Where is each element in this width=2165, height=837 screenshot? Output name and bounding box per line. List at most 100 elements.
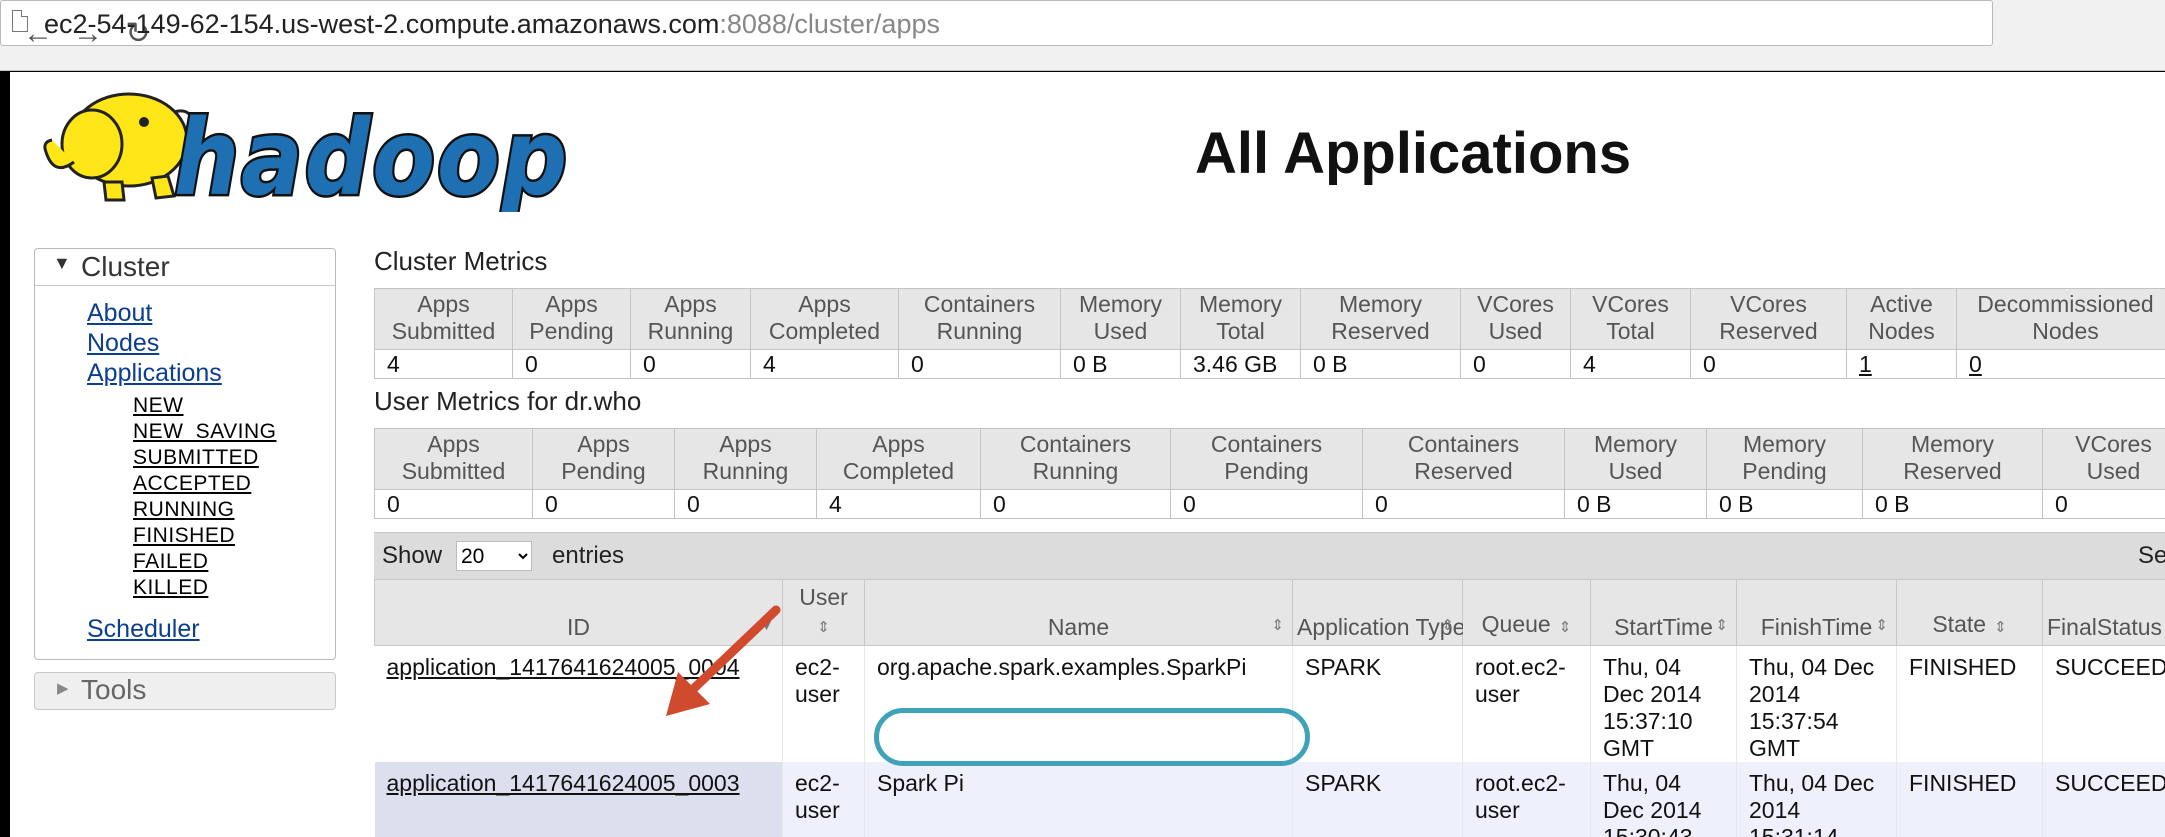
user-cell: ec2-user (782, 645, 865, 762)
page-title: All Applications (1195, 121, 1632, 186)
user-metric-value-7: 0 B (1564, 489, 1707, 519)
column-application-type[interactable]: Application Type ⇕ (1292, 579, 1465, 646)
cluster-metric-value-3: 4 (750, 349, 899, 379)
starttime-cell: Thu, 04 Dec 2014 15:37:10 GMT (1590, 645, 1737, 762)
user-metric-value-3: 4 (816, 489, 981, 519)
sidebar-state-running[interactable]: RUNNING (133, 498, 235, 522)
user-metric-header-10: VCores Used (2042, 428, 2165, 490)
search-label: Search: (2138, 542, 2165, 569)
cluster-metrics-header-row: Apps Submitted Apps Pending Apps Running Apps C… (374, 288, 2165, 350)
cluster-metric-header-12: Decommissioned Nodes (1956, 288, 2165, 350)
sidebar-state-submitted[interactable]: SUBMITTED (133, 446, 259, 470)
sidebar-state-new[interactable]: NEW (133, 394, 184, 418)
user-metric-header-0: Apps Submitted (374, 428, 533, 490)
starttime-cell: Thu, 04 Dec 2014 15:30:43 GMT (1590, 762, 1737, 837)
state-cell: FINISHED (1896, 762, 2043, 837)
cluster-metric-header-3: Apps Completed (750, 288, 899, 350)
user-metric-header-5: Containers Pending (1170, 428, 1363, 490)
cluster-metric-header-4: Containers Running (898, 288, 1061, 350)
cluster-metric-value-link[interactable]: 0 (1969, 351, 1982, 377)
column-starttime[interactable]: StartTime ⇕ (1590, 579, 1737, 646)
user-metric-header-3: Apps Completed (816, 428, 981, 490)
application-id-link[interactable]: application_1417641624005_0003 (387, 770, 740, 796)
column-queue[interactable]: Queue ⇕ (1462, 579, 1591, 646)
sidebar-state-finished[interactable]: FINISHED (133, 524, 235, 548)
user-metric-value-9: 0 B (1862, 489, 2043, 519)
type-cell: SPARK (1292, 645, 1463, 762)
table-row: application_1417641624005_0003 ec2-user … (374, 762, 2165, 837)
cluster-metric-value-link[interactable]: 1 (1859, 351, 1872, 377)
sidebar-link-scheduler[interactable]: Scheduler (87, 615, 200, 644)
sidebar-link-nodes[interactable]: Nodes (87, 329, 159, 358)
user-metrics-title: User Metrics for dr.who (374, 386, 642, 416)
queue-cell: root.ec2-user (1462, 645, 1591, 762)
cluster-metric-header-9: VCores Total (1570, 288, 1691, 350)
sort-icon: ⇕ (1875, 617, 1888, 634)
user-metric-value-2: 0 (674, 489, 817, 519)
user-metric-header-6: Containers Reserved (1362, 428, 1565, 490)
user-metric-header-1: Apps Pending (532, 428, 675, 490)
sidebar-cluster-panel: ▼ Cluster About Nodes Applications NEW N… (34, 248, 336, 660)
sidebar-state-accepted[interactable]: ACCEPTED (133, 472, 251, 496)
queue-cell: root.ec2-user (1462, 762, 1591, 837)
sort-icon: ⇕ (1715, 617, 1728, 634)
cluster-metric-value-8: 0 (1460, 349, 1571, 379)
user-metric-header-4: Containers Running (980, 428, 1171, 490)
user-metric-value-0: 0 (374, 489, 533, 519)
sidebar-cluster-header[interactable]: ▼ Cluster (35, 249, 335, 286)
user-metric-value-10: 0 (2042, 489, 2165, 519)
cluster-metrics-value-row: 400400 B 3.46 GB 0 B04010 (374, 349, 2165, 379)
user-metrics-value-row: 00040000 B0 B0 B0 (374, 489, 2165, 519)
applications-header-row: ID ▼ User ⇕ Name ⇕ Application Type ⇕ Queue ⇕… (374, 579, 2165, 646)
address-bar[interactable]: ec2-54-149-62-154.us-west-2.compute.amaz… (0, 0, 1993, 46)
cluster-metric-value-0: 4 (374, 349, 513, 379)
table-length-bar: Show 20 entries Search: (374, 532, 2165, 580)
sort-icon: ⇕ (1271, 617, 1284, 634)
user-metric-value-8: 0 B (1706, 489, 1863, 519)
user-metrics-header-row: Apps Submitted Apps Pending Apps Running Apps C… (374, 428, 2165, 490)
finishtime-cell: Thu, 04 Dec 2014 15:37:54 GMT (1736, 645, 1897, 762)
cluster-metric-value-6: 3.46 GB (1180, 349, 1301, 379)
type-cell: SPARK (1292, 762, 1463, 837)
sidebar-state-killed[interactable]: KILLED (133, 576, 208, 600)
red-arrow-annotation (666, 605, 781, 716)
column-finishtime[interactable]: FinishTime ⇕ (1736, 579, 1897, 646)
caret-right-icon: ▶ (57, 680, 69, 697)
user-metric-value-5: 0 (1170, 489, 1363, 519)
sort-icon: ⇕ (1994, 619, 2007, 636)
sidebar-state-new-saving[interactable]: NEW_SAVING (133, 420, 276, 444)
user-metric-header-9: Memory Reserved (1862, 428, 2043, 490)
page-content: hadoop All Applications ▼ Cluster About … (10, 72, 2165, 837)
user-metric-value-6: 0 (1362, 489, 1565, 519)
cluster-metric-value-12: 0 (1956, 349, 2165, 379)
entries-select[interactable]: 20 (456, 541, 532, 571)
column-state[interactable]: State ⇕ (1896, 579, 2043, 646)
column-user[interactable]: User ⇕ (782, 579, 865, 646)
hadoop-logo: hadoop (43, 92, 570, 212)
finalstatus-cell: SUCCEEDED (2042, 645, 2165, 762)
cluster-metrics-table: Apps Submitted Apps Pending Apps Running Apps C… (374, 288, 2165, 379)
url-text[interactable]: ec2-54-149-62-154.us-west-2.compute.amaz… (44, 9, 940, 40)
sidebar-tools-header[interactable]: ▶ Tools (34, 672, 336, 710)
cluster-metric-header-6: Memory Total (1180, 288, 1301, 350)
sidebar-link-about[interactable]: About (87, 299, 152, 328)
sidebar-state-failed[interactable]: FAILED (133, 550, 208, 574)
cluster-metric-header-10: VCores Reserved (1690, 288, 1847, 350)
sidebar-link-applications[interactable]: Applications (87, 359, 222, 388)
column-name[interactable]: Name ⇕ (864, 579, 1293, 646)
cluster-metric-header-2: Apps Running (630, 288, 751, 350)
logo-text: hadoop (174, 97, 569, 212)
caret-down-icon: ▼ (53, 253, 71, 273)
browser-toolbar: ← → ↻ ec2-54-149-62-154.us-west-2.comput… (0, 0, 2165, 71)
finalstatus-cell: SUCCEEDED (2042, 762, 2165, 837)
cluster-metric-header-8: VCores Used (1460, 288, 1571, 350)
finishtime-cell: Thu, 04 Dec 2014 15:31:14 GMT (1736, 762, 1897, 837)
user-metric-header-7: Memory Used (1564, 428, 1707, 490)
cluster-metric-header-11: Active Nodes (1846, 288, 1957, 350)
highlight-circle-annotation (874, 708, 1310, 766)
sort-icon: ⇕ (1441, 617, 1454, 634)
cluster-metric-header-7: Memory Reserved (1300, 288, 1461, 350)
page-icon (12, 10, 28, 32)
column-finalstatus[interactable]: FinalStatus (2042, 579, 2165, 646)
cluster-metric-header-0: Apps Submitted (374, 288, 513, 350)
